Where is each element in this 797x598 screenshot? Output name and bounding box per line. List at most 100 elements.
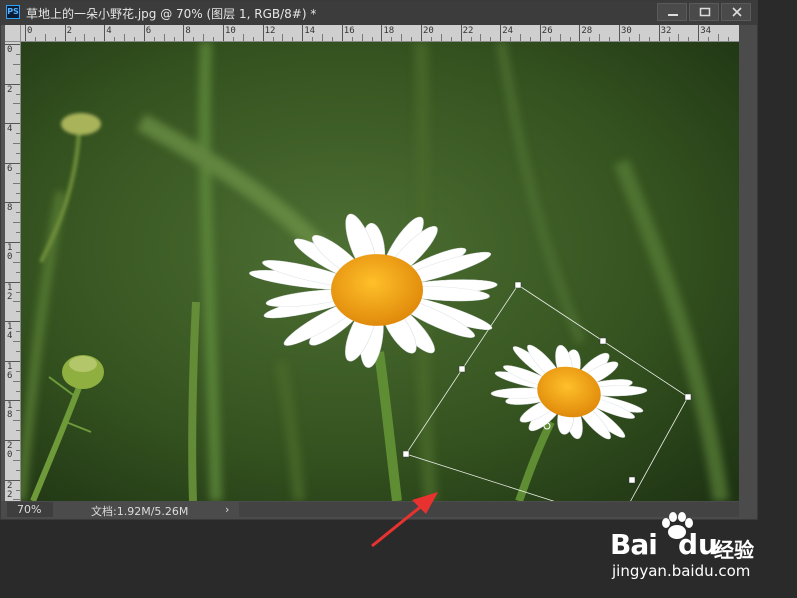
ruler-label: 20 xyxy=(7,441,13,460)
vertical-scrollbar[interactable] xyxy=(739,25,757,501)
ruler-tick xyxy=(143,25,145,41)
ruler-minor-tick xyxy=(16,212,20,214)
ruler-minor-tick xyxy=(559,34,561,41)
ruler-minor-tick xyxy=(272,37,274,41)
ruler-label: 10 xyxy=(225,26,236,36)
vertical-ruler[interactable]: 0 2 4 6 8 10 12 14 16 18 20 22 xyxy=(5,42,21,501)
ruler-minor-tick xyxy=(133,37,135,41)
title-bar[interactable]: PS 草地上的一朵小野花.jpg @ 70% (图层 1, RGB/8#) * xyxy=(1,1,757,25)
ruler-minor-tick xyxy=(401,34,403,41)
ruler-tick xyxy=(698,25,700,41)
ruler-minor-tick xyxy=(638,34,640,41)
ruler-minor-tick xyxy=(252,37,254,41)
ruler-minor-tick xyxy=(599,34,601,41)
watermark-jingyan: 经验 xyxy=(714,538,754,562)
ruler-tick xyxy=(381,25,383,41)
ruler-label: 4 xyxy=(106,26,112,36)
ruler-label: 28 xyxy=(581,26,593,36)
ruler-minor-tick xyxy=(213,37,215,41)
horizontal-ruler[interactable]: 0 2 4 6 8 10 12 14 16 18 20 22 24 26 28 30 32 34 xyxy=(21,25,739,42)
ruler-minor-tick xyxy=(668,37,670,41)
ruler-minor-tick xyxy=(331,37,333,41)
ruler-label: 16 xyxy=(7,361,13,381)
ruler-label: 0 xyxy=(27,26,33,36)
ruler-label: 32 xyxy=(660,26,672,36)
ruler-minor-tick xyxy=(16,192,20,194)
ruler-minor-tick xyxy=(16,172,20,174)
watermark-url: jingyan.baidu.com xyxy=(612,562,751,580)
ruler-label: 18 xyxy=(7,401,13,421)
ruler-minor-tick xyxy=(34,37,36,41)
ruler-minor-tick xyxy=(430,37,432,41)
image-canvas[interactable] xyxy=(21,42,739,501)
ruler-minor-tick xyxy=(312,37,314,41)
document-info: 文档:1.92M/5.26M xyxy=(91,505,189,518)
ruler-minor-tick xyxy=(94,37,96,41)
ruler-minor-tick xyxy=(74,37,76,41)
ruler-minor-tick xyxy=(44,34,46,41)
ruler-label: 26 xyxy=(541,26,553,36)
ruler-minor-tick xyxy=(16,331,20,333)
ruler-label: 14 xyxy=(304,26,316,36)
ruler-minor-tick xyxy=(54,37,56,41)
ruler-minor-tick xyxy=(450,37,452,41)
ruler-label: 14 xyxy=(7,322,13,342)
ruler-label: 18 xyxy=(383,26,395,36)
ruler-minor-tick xyxy=(193,37,195,41)
ruler-label: 16 xyxy=(343,26,355,36)
ruler-label: 2 xyxy=(66,26,73,36)
ruler-minor-tick xyxy=(708,37,710,41)
ruler-label: 8 xyxy=(185,26,191,36)
ruler-minor-tick xyxy=(84,34,86,41)
ruler-minor-tick xyxy=(203,34,205,41)
ruler-minor-tick xyxy=(16,93,20,95)
zoom-level-field[interactable]: 70% xyxy=(7,502,53,517)
ruler-minor-tick xyxy=(569,37,571,41)
close-button[interactable] xyxy=(721,3,751,21)
ruler-minor-tick xyxy=(727,37,729,41)
ruler-minor-tick xyxy=(16,73,20,75)
ruler-label: 22 xyxy=(462,26,474,36)
ruler-label: 12 xyxy=(264,26,276,36)
ruler-minor-tick xyxy=(114,37,116,41)
ruler-minor-tick xyxy=(411,37,413,41)
status-menu-arrow[interactable]: › xyxy=(225,503,229,516)
ruler-minor-tick xyxy=(13,143,20,144)
watermark-brand-du: du xyxy=(678,528,718,561)
ruler-minor-tick xyxy=(391,37,393,41)
ruler-minor-tick xyxy=(13,222,20,224)
ruler-minor-tick xyxy=(609,37,611,41)
ruler-tick xyxy=(223,25,224,41)
ruler-minor-tick xyxy=(510,37,512,41)
ruler-minor-tick xyxy=(480,34,482,41)
ruler-label: 30 xyxy=(621,26,632,36)
ruler-minor-tick xyxy=(16,251,20,253)
ruler-minor-tick xyxy=(688,37,690,41)
ruler-label: 4 xyxy=(7,124,13,135)
ruler-minor-tick xyxy=(16,410,20,412)
ruler-minor-tick xyxy=(718,34,719,41)
ruler-minor-tick xyxy=(440,34,442,41)
maximize-button[interactable] xyxy=(689,3,719,21)
ruler-minor-tick xyxy=(13,103,20,105)
ruler-minor-tick xyxy=(16,370,20,372)
ruler-minor-tick xyxy=(153,37,155,41)
baidu-jingyan-watermark: Bai du 经验 jingyan.baidu.com xyxy=(610,512,760,582)
ruler-minor-tick xyxy=(242,34,244,41)
ruler-minor-tick xyxy=(549,37,551,41)
ruler-minor-tick xyxy=(124,34,125,41)
ruler-minor-tick xyxy=(16,271,20,273)
ruler-minor-tick xyxy=(628,37,630,41)
ruler-minor-tick xyxy=(361,34,363,41)
ruler-minor-tick xyxy=(322,34,323,41)
ruler-minor-tick xyxy=(16,232,20,234)
maximize-icon xyxy=(699,7,711,17)
ruler-origin[interactable] xyxy=(5,25,21,42)
flower-disc xyxy=(331,254,423,326)
ruler-minor-tick xyxy=(292,37,294,41)
minimize-button[interactable] xyxy=(657,3,687,21)
ruler-label: 6 xyxy=(145,26,152,36)
ruler-minor-tick xyxy=(16,449,20,451)
flower-photo xyxy=(21,42,739,501)
ruler-label: 6 xyxy=(7,163,13,174)
